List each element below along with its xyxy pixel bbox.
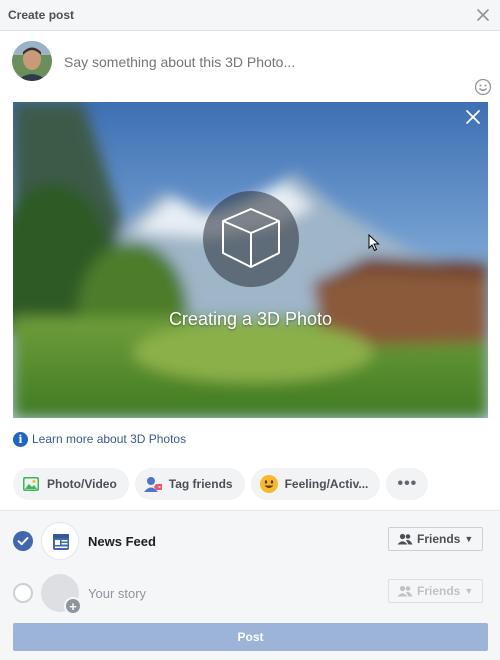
dialog-title: Create post — [8, 8, 75, 22]
post-button[interactable]: Post — [13, 623, 488, 651]
friends-icon — [397, 585, 413, 597]
destination-news-feed: News Feed Friends ▼ — [0, 521, 500, 561]
learn-more-text[interactable]: Learn more about 3D Photos — [32, 432, 186, 446]
mouse-cursor-icon — [368, 234, 380, 252]
post-text-input[interactable] — [64, 54, 454, 70]
processing-status-text: Creating a 3D Photo — [168, 309, 333, 329]
cube-icon — [203, 191, 299, 287]
emoji-icon[interactable] — [474, 78, 492, 96]
plus-icon: + — [64, 597, 82, 615]
photo-video-label: Photo/Video — [47, 477, 117, 491]
your-story-audience-label: Friends — [417, 584, 461, 598]
dialog-header: Create post — [0, 0, 500, 31]
feeling-activity-button[interactable]: Feeling/Activ... — [250, 468, 381, 500]
composer-actions: Photo/Video Tag friends Feeling/Activ...… — [13, 468, 429, 500]
news-feed-audience-dropdown[interactable]: Friends ▼ — [388, 527, 483, 551]
remove-photo-close-icon[interactable] — [464, 108, 482, 126]
info-icon: i — [13, 431, 28, 447]
photo-video-button[interactable]: Photo/Video — [13, 468, 129, 500]
more-icon: ••• — [397, 475, 418, 492]
post-composer — [0, 31, 500, 101]
news-feed-audience-label: Friends — [417, 532, 461, 546]
more-options-button[interactable]: ••• — [386, 468, 429, 500]
photo-icon — [21, 474, 41, 494]
friends-icon — [397, 533, 413, 545]
news-feed-icon — [41, 522, 79, 560]
emoji-icon — [259, 474, 279, 494]
chevron-down-icon: ▼ — [464, 586, 474, 596]
chevron-down-icon: ▼ — [464, 534, 474, 544]
news-feed-label: News Feed — [88, 534, 156, 549]
destination-your-story: + Your story Friends ▼ — [0, 573, 500, 615]
your-story-checkbox[interactable] — [13, 583, 33, 603]
feeling-activity-label: Feeling/Activ... — [284, 477, 369, 491]
news-feed-checkbox[interactable] — [13, 531, 33, 551]
your-story-audience-dropdown[interactable]: Friends ▼ — [388, 579, 483, 603]
your-story-label: Your story — [88, 586, 147, 601]
avatar — [12, 41, 52, 81]
photo-preview: Creating a 3D Photo — [13, 102, 488, 418]
tag-friends-button[interactable]: Tag friends — [134, 468, 245, 500]
learn-more-link[interactable]: i Learn more about 3D Photos — [13, 431, 186, 447]
tag-friends-icon — [143, 474, 163, 494]
close-icon[interactable] — [474, 6, 492, 24]
tag-friends-label: Tag friends — [168, 477, 233, 491]
